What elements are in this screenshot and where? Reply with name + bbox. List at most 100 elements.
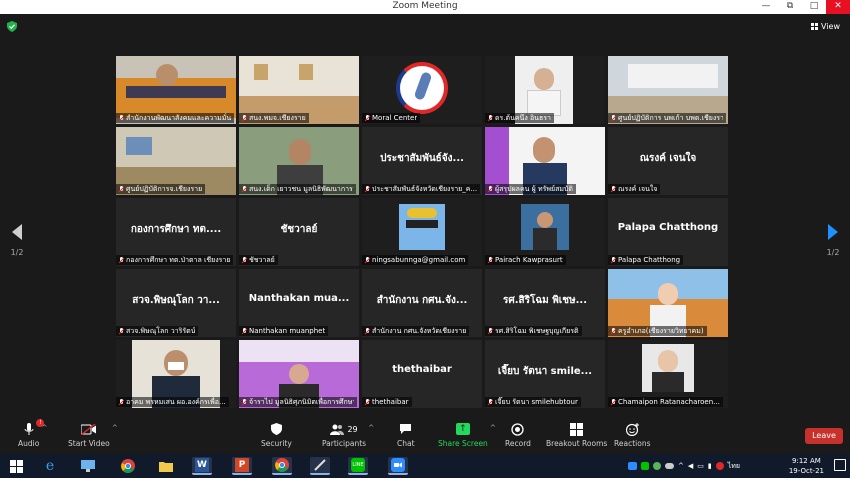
participant-name: จ้าราไป มูลนิธิศุภนิมิตเพื่อการศึกษา [249,397,354,406]
page-indicator-right: 1/2 [826,248,840,257]
participant-tile[interactable]: สนง.เด็ก เยาวชน มูลนิธิพัฒนาการ [239,127,359,195]
participant-tile[interactable]: จ้าราไป มูลนิธิศุภนิมิตเพื่อการศึกษา [239,340,359,408]
participant-name: อาคม พรหมเสน ผอ.องค์กรเพื่อ... [126,397,226,406]
windows-icon [9,459,23,473]
internet-explorer-taskbar-button[interactable]: e [40,457,60,475]
muted-mic-icon [611,327,616,335]
participant-tile[interactable]: ดร.ต้นคนึง อินธรา [485,56,605,124]
chat-tray-icon[interactable] [653,462,661,470]
chevron-up-icon[interactable]: ^ [678,462,684,470]
file-explorer-icon [159,462,173,472]
muted-mic-icon [488,256,493,264]
participant-label: รศ.สิริโฉม พิเชษฐบุญเกียรติ [485,326,582,336]
maximize-button[interactable]: □ [802,0,826,14]
muted-mic-icon [365,256,370,264]
participant-tile[interactable]: thethaibar thethaibar [362,340,482,408]
participants-icon [330,424,345,435]
record-button[interactable]: Record [505,422,531,448]
share-screen-button[interactable]: ↑ Share Screen ^ [438,422,496,448]
zoom-taskbar-button[interactable] [388,457,408,475]
chrome-icon [121,459,135,473]
cloud-tray-icon[interactable] [665,463,674,469]
powerpoint-taskbar-button[interactable]: P [232,457,252,475]
muted-mic-icon [242,327,247,335]
minimize-button[interactable]: — [754,0,778,14]
participant-tile[interactable]: รศ.สิริโฉม พิเชษ... รศ.สิริโฉม พิเชษฐบุญเ… [485,269,605,337]
participant-tile[interactable]: ningsabunnga@gmail.com [362,198,482,266]
chrome-taskbar-button[interactable] [118,457,138,475]
muted-mic-icon [488,114,493,122]
view-button[interactable]: View [811,22,840,31]
reactions-button[interactable]: Reactions [614,422,650,448]
language-indicator[interactable]: ไทย [728,461,740,472]
participant-tile[interactable]: สำนักงาน กศน.จัง... สำนักงาน กศน.จังหวัดเ… [362,269,482,337]
leave-button[interactable]: Leave [805,428,843,444]
participants-count: 29 [347,424,358,434]
share-options-caret-icon[interactable]: ^ [490,424,496,432]
participant-tile[interactable]: Moral Center [362,56,482,124]
line-app-taskbar-button[interactable]: LINE [348,457,368,475]
word-taskbar-button[interactable]: W [192,457,212,475]
participant-tile[interactable]: ศูนย์ปฏิบัติการ นพเก้า บพด.เชียงราย [608,56,728,124]
participant-display-name: กองการศึกษา ทต.... [130,224,222,235]
participant-tile[interactable]: ครูอำเภอ(เชียงรายวิทยาคม) [608,269,728,337]
close-window-button[interactable]: ✕ [826,0,850,14]
participant-name: Chamaipon Ratanacharoen... [618,398,720,406]
file-explorer-taskbar-button[interactable] [156,457,176,475]
participant-tile[interactable]: ณรงค์ เจนใจ ณรงค์ เจนใจ [608,127,728,195]
notification-center-icon[interactable] [834,459,846,471]
participants-button[interactable]: 29 Participants ^ [322,422,374,448]
participant-tile[interactable]: สนง.พมจ.เชียงราย [239,56,359,124]
encryption-shield-icon[interactable] [7,21,17,32]
audio-options-caret-icon[interactable]: ^ [41,424,47,432]
participant-name: ครูอำเภอ(เชียงรายวิทยาคม) [618,326,704,335]
security-tray-icon[interactable] [715,462,724,470]
participant-label: สนง.พมจ.เชียงราย [239,113,309,123]
battery-icon[interactable]: ▮ [708,462,712,470]
participant-display-name: สำนักงาน กศน.จัง... [376,295,468,306]
participant-label: Chamaipon Ratanacharoen... [608,397,723,407]
participant-tile[interactable]: Nanthakan mua... Nanthakan muanphet [239,269,359,337]
participant-tile[interactable]: ชัชวาลย์ ชัชวาลย์ [239,198,359,266]
taskbar-clock[interactable]: 9:12 AM 19-Oct-21 [789,456,824,476]
participant-label: จ้าราไป มูลนิธิศุภนิมิตเพื่อการศึกษา [239,397,357,407]
chrome-running-taskbar-button[interactable] [272,457,292,475]
participant-tile[interactable]: สวจ.พิษณุโลก วา... สวจ.พิษณุโลก วาริรัตน์ [116,269,236,337]
security-button[interactable]: Security [261,422,292,448]
previous-page-button[interactable]: 1/2 [10,224,24,257]
breakout-rooms-button[interactable]: Breakout Rooms [546,422,607,448]
participant-tile[interactable]: Chamaipon Ratanacharoen... [608,340,728,408]
participants-options-caret-icon[interactable]: ^ [368,424,374,432]
line-tray-icon[interactable] [641,462,649,470]
participant-tile[interactable]: ศูนย์ปฏิบัติการจ.เชียงราย [116,127,236,195]
participants-label: Participants [322,439,367,448]
participant-label: เจี๊ยบ รัตนา smilehubtour [485,397,581,407]
zoom-tray-icon[interactable] [628,462,637,470]
start-video-label: Start Video [68,439,110,448]
network-icon[interactable]: ▭ [697,462,704,470]
start-video-button[interactable]: Start Video ^ [68,422,118,448]
participant-label: สวจ.พิษณุโลก วาริรัตน์ [116,326,199,336]
participant-tile[interactable]: เจี๊ยบ รัตนา smile... เจี๊ยบ รัตนา smileh… [485,340,605,408]
participant-tile[interactable]: ประชาสัมพันธ์จัง... ประชาสัมพันธ์จังหวัดเ… [362,127,482,195]
participant-label: สนง.เด็ก เยาวชน มูลนิธิพัฒนาการ [239,184,356,194]
video-options-caret-icon[interactable]: ^ [112,424,118,432]
chat-button[interactable]: Chat [397,422,415,448]
next-page-button[interactable]: 1/2 [826,224,840,257]
participant-name: สนง.เด็ก เยาวชน มูลนิธิพัฒนาการ [249,184,353,193]
speaker-icon[interactable]: ◀ [688,462,693,470]
participant-tile[interactable]: Pairach Kawprasurt [485,198,605,266]
audio-button[interactable]: ! Audio ^ [18,419,47,448]
monitor-taskbar-button[interactable] [78,457,98,475]
participant-tile[interactable]: Palapa Chatthong Palapa Chatthong [608,198,728,266]
internet-explorer-icon: e [45,458,55,474]
participant-tile[interactable]: สำนักงานพัฒนาสังคมและความมั่นคงฯ เชียงรา… [116,56,236,124]
participant-tile[interactable]: ผู้สรุปผลคน ผู้ ทรัพย์สมบัติ [485,127,605,195]
gallery-grid: สำนักงานพัฒนาสังคมและความมั่นคงฯ เชียงรา… [116,56,728,408]
pen-tool-taskbar-button[interactable] [310,457,330,475]
participant-tile[interactable]: อาคม พรหมเสน ผอ.องค์กรเพื่อ... [116,340,236,408]
pen-tool-icon [314,459,326,471]
participant-tile[interactable]: กองการศึกษา ทต.... กองการศึกษา ทต.ป่าตาล … [116,198,236,266]
restore-button[interactable]: ⧉ [778,0,802,14]
windows-start-button[interactable] [6,457,26,475]
